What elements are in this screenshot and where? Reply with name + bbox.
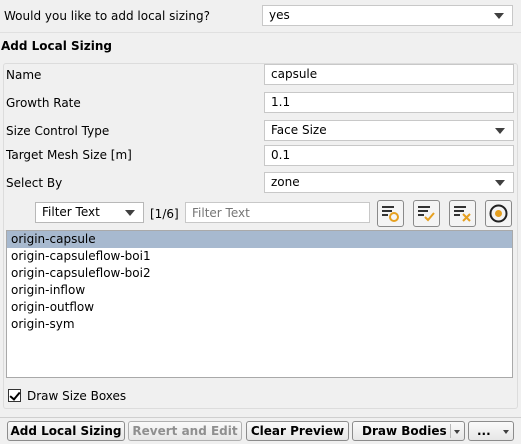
deselect-all-button[interactable] bbox=[449, 200, 476, 227]
select-all-icon bbox=[418, 206, 435, 222]
add-local-sizing-button[interactable]: Add Local Sizing bbox=[7, 421, 125, 441]
chevron-down-icon bbox=[125, 210, 135, 216]
more-options-label: ... bbox=[477, 424, 491, 438]
filter-text-input[interactable] bbox=[185, 202, 370, 223]
list-item[interactable]: origin-capsuleflow-boi2 bbox=[7, 265, 512, 282]
draw-size-boxes-checkbox[interactable] bbox=[8, 389, 21, 402]
local-sizing-dropdown[interactable]: yes bbox=[262, 5, 513, 26]
name-input-value: capsule bbox=[271, 67, 318, 81]
list-item[interactable]: origin-outflow bbox=[7, 299, 512, 316]
section-title: Add Local Sizing bbox=[1, 39, 113, 53]
target-mesh-size-value: 0.1 bbox=[271, 148, 291, 162]
name-label: Name bbox=[6, 68, 42, 82]
growth-rate-label: Growth Rate bbox=[6, 96, 81, 110]
list-item[interactable]: origin-inflow bbox=[7, 282, 512, 299]
more-options-button[interactable]: ... bbox=[468, 421, 514, 441]
target-mesh-size-label: Target Mesh Size [m] bbox=[6, 148, 132, 162]
chevron-down-icon bbox=[503, 430, 509, 434]
chevron-down-icon bbox=[494, 13, 504, 19]
revert-and-edit-button[interactable]: Revert and Edit bbox=[128, 421, 242, 441]
list-item[interactable]: origin-capsuleflow-boi1 bbox=[7, 248, 512, 265]
select-by-value: zone bbox=[271, 175, 300, 189]
local-sizing-value: yes bbox=[269, 8, 290, 22]
pick-target-icon bbox=[489, 204, 508, 223]
list-item[interactable]: origin-sym bbox=[7, 316, 512, 333]
filter-mode-dropdown[interactable]: Filter Text bbox=[35, 202, 144, 223]
select-by-dropdown[interactable]: zone bbox=[264, 172, 514, 193]
list-item[interactable]: origin-capsule bbox=[7, 231, 512, 248]
select-by-label: Select By bbox=[6, 176, 63, 190]
divider bbox=[0, 32, 521, 33]
filter-options-button[interactable] bbox=[377, 200, 404, 227]
filter-page-indicator: [1/6] bbox=[150, 207, 179, 221]
deselect-all-icon bbox=[454, 206, 471, 222]
chevron-down-icon bbox=[495, 180, 505, 186]
divider bbox=[450, 424, 451, 438]
size-control-type-value: Face Size bbox=[271, 123, 327, 137]
draw-bodies-label: Draw Bodies bbox=[362, 424, 447, 438]
clear-preview-button[interactable]: Clear Preview bbox=[246, 421, 349, 441]
chevron-down-icon[interactable] bbox=[454, 430, 460, 434]
size-control-type-label: Size Control Type bbox=[6, 124, 110, 138]
filter-mode-value: Filter Text bbox=[42, 205, 100, 219]
growth-rate-value: 1.1 bbox=[271, 95, 291, 109]
draw-size-boxes-label: Draw Size Boxes bbox=[27, 389, 127, 403]
filter-options-icon bbox=[382, 206, 399, 222]
select-all-button[interactable] bbox=[413, 200, 440, 227]
local-sizing-question-label: Would you like to add local sizing? bbox=[4, 9, 210, 23]
zone-list[interactable]: origin-capsule origin-capsuleflow-boi1 o… bbox=[6, 230, 513, 378]
growth-rate-input[interactable]: 1.1 bbox=[264, 92, 514, 113]
draw-bodies-button[interactable]: Draw Bodies bbox=[352, 421, 465, 441]
pick-target-button[interactable] bbox=[485, 200, 512, 227]
name-input[interactable]: capsule bbox=[264, 64, 514, 85]
chevron-down-icon bbox=[495, 128, 505, 134]
target-mesh-size-input[interactable]: 0.1 bbox=[264, 145, 514, 166]
size-control-type-dropdown[interactable]: Face Size bbox=[264, 120, 514, 141]
